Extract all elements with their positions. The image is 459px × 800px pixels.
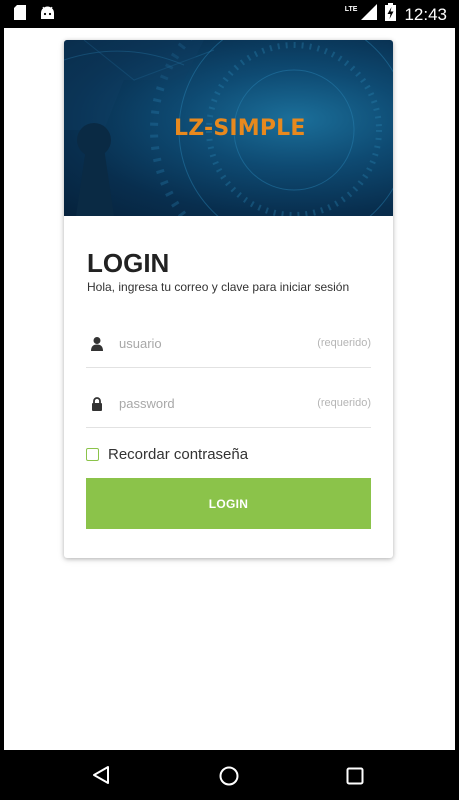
recents-icon[interactable] xyxy=(346,767,364,790)
username-field[interactable]: usuario (requerido) xyxy=(86,320,371,368)
brand-logo: LZ-SIMPLE xyxy=(174,116,306,141)
login-card: LZ-SIMPLE LOGIN Hola, ingresa tu correo … xyxy=(64,40,393,558)
home-icon[interactable] xyxy=(218,765,240,792)
keyhole-icon xyxy=(76,123,114,216)
remember-label: Recordar contraseña xyxy=(108,446,249,463)
remember-password[interactable]: Recordar contraseña xyxy=(86,446,248,463)
sd-card-icon xyxy=(14,5,26,25)
network-type: LTE xyxy=(344,6,358,13)
navigation-bar xyxy=(0,750,459,800)
back-icon[interactable] xyxy=(91,765,111,790)
password-required-hint: (requerido) xyxy=(317,397,371,409)
login-subtitle: Hola, ingresa tu correo y clave para ini… xyxy=(87,280,350,294)
status-bar: LTE 12:43 xyxy=(0,0,459,28)
password-field[interactable]: password (requerido) xyxy=(86,380,371,428)
user-icon xyxy=(90,336,104,352)
signal-icon xyxy=(361,4,378,25)
banner-image: LZ-SIMPLE xyxy=(64,40,393,216)
clock: 12:43 xyxy=(404,4,447,24)
login-button[interactable]: LOGIN xyxy=(86,478,371,529)
android-icon xyxy=(40,6,55,25)
remember-checkbox[interactable] xyxy=(86,448,99,461)
username-required-hint: (requerido) xyxy=(317,337,371,349)
battery-charging-icon xyxy=(385,3,397,26)
page-title: LOGIN xyxy=(87,248,170,278)
username-placeholder: usuario xyxy=(119,336,162,351)
password-placeholder: password xyxy=(119,396,175,411)
app-screen: LZ-SIMPLE LOGIN Hola, ingresa tu correo … xyxy=(4,28,455,750)
lock-icon xyxy=(90,396,104,412)
